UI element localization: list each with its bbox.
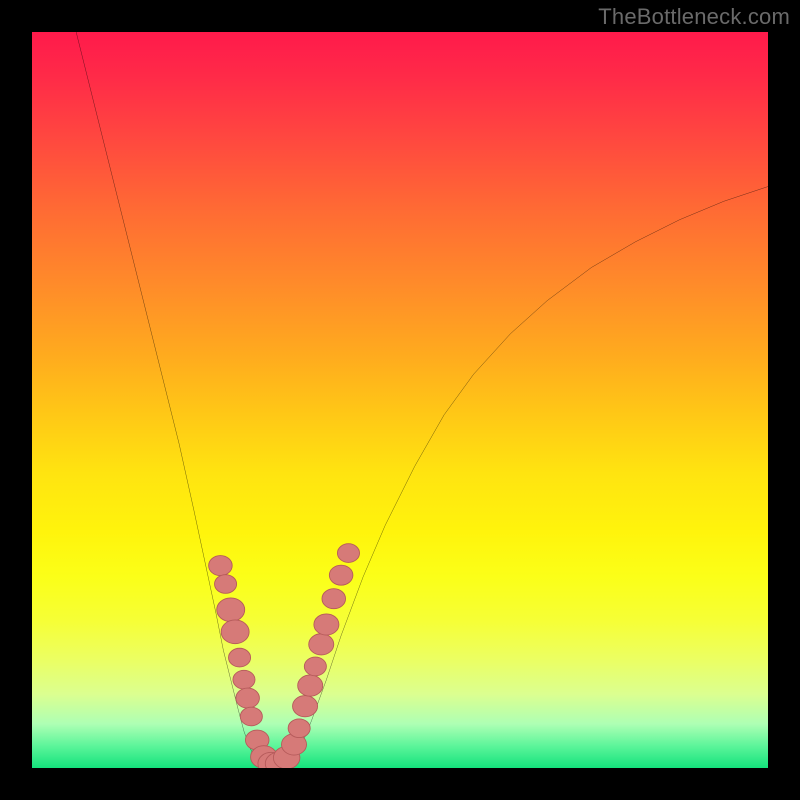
watermark-text: TheBottleneck.com <box>598 4 790 30</box>
plot-area <box>32 32 768 768</box>
gradient-background <box>32 32 768 768</box>
chart-stage: TheBottleneck.com <box>0 0 800 800</box>
